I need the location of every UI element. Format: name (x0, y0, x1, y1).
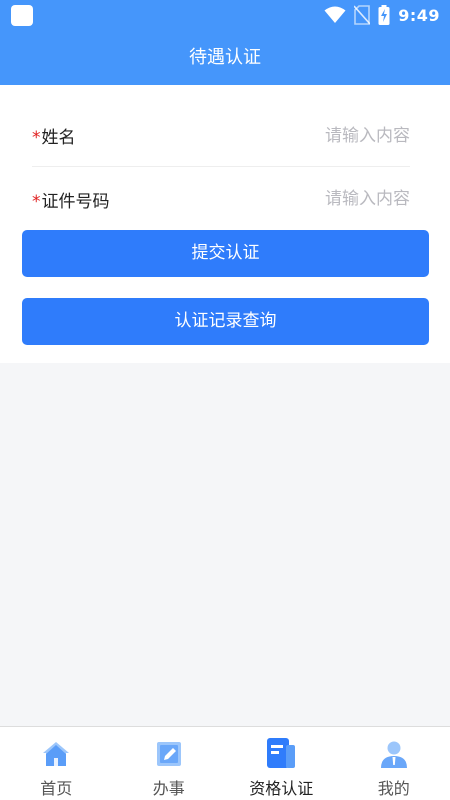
required-mark: * (32, 191, 41, 212)
home-icon (43, 742, 70, 766)
page-title: 待遇认证 (189, 47, 261, 68)
document-icon (267, 738, 296, 768)
clock: 9:49 (398, 5, 440, 25)
tab-label: 资格认证 (249, 779, 314, 798)
name-input[interactable] (230, 125, 410, 146)
id-number-label: *证件号码 (32, 191, 110, 212)
name-label: *姓名 (32, 128, 76, 148)
tab-affairs[interactable]: 办事 (113, 727, 226, 800)
tab-mine[interactable]: 我的 (338, 727, 450, 800)
battery-charging-icon (378, 5, 390, 25)
tab-label: 办事 (152, 779, 185, 798)
no-sim-icon (354, 5, 371, 25)
bottom-tab-bar: 首页 办事 资格认证 我的 (0, 726, 450, 800)
header-bar: 9:49 待遇认证 (0, 0, 450, 85)
name-field-row: *姓名 (32, 105, 410, 167)
submit-certification-button[interactable]: 提交认证 (22, 230, 429, 277)
app-notification-icon (11, 5, 33, 26)
id-number-input[interactable] (230, 189, 410, 209)
status-icons: 9:49 (324, 4, 440, 26)
tab-qualification-certification[interactable]: 资格认证 (225, 727, 338, 800)
user-icon (380, 741, 407, 768)
wifi-icon (324, 6, 346, 23)
required-mark: * (32, 128, 41, 148)
edit-icon (156, 742, 181, 766)
certification-record-query-button[interactable]: 认证记录查询 (22, 298, 429, 345)
status-bar: 9:49 (0, 0, 450, 30)
tab-label: 我的 (377, 779, 410, 798)
id-number-field-row: *证件号码 (32, 168, 410, 230)
tab-label: 首页 (40, 779, 73, 798)
tab-home[interactable]: 首页 (0, 727, 113, 800)
